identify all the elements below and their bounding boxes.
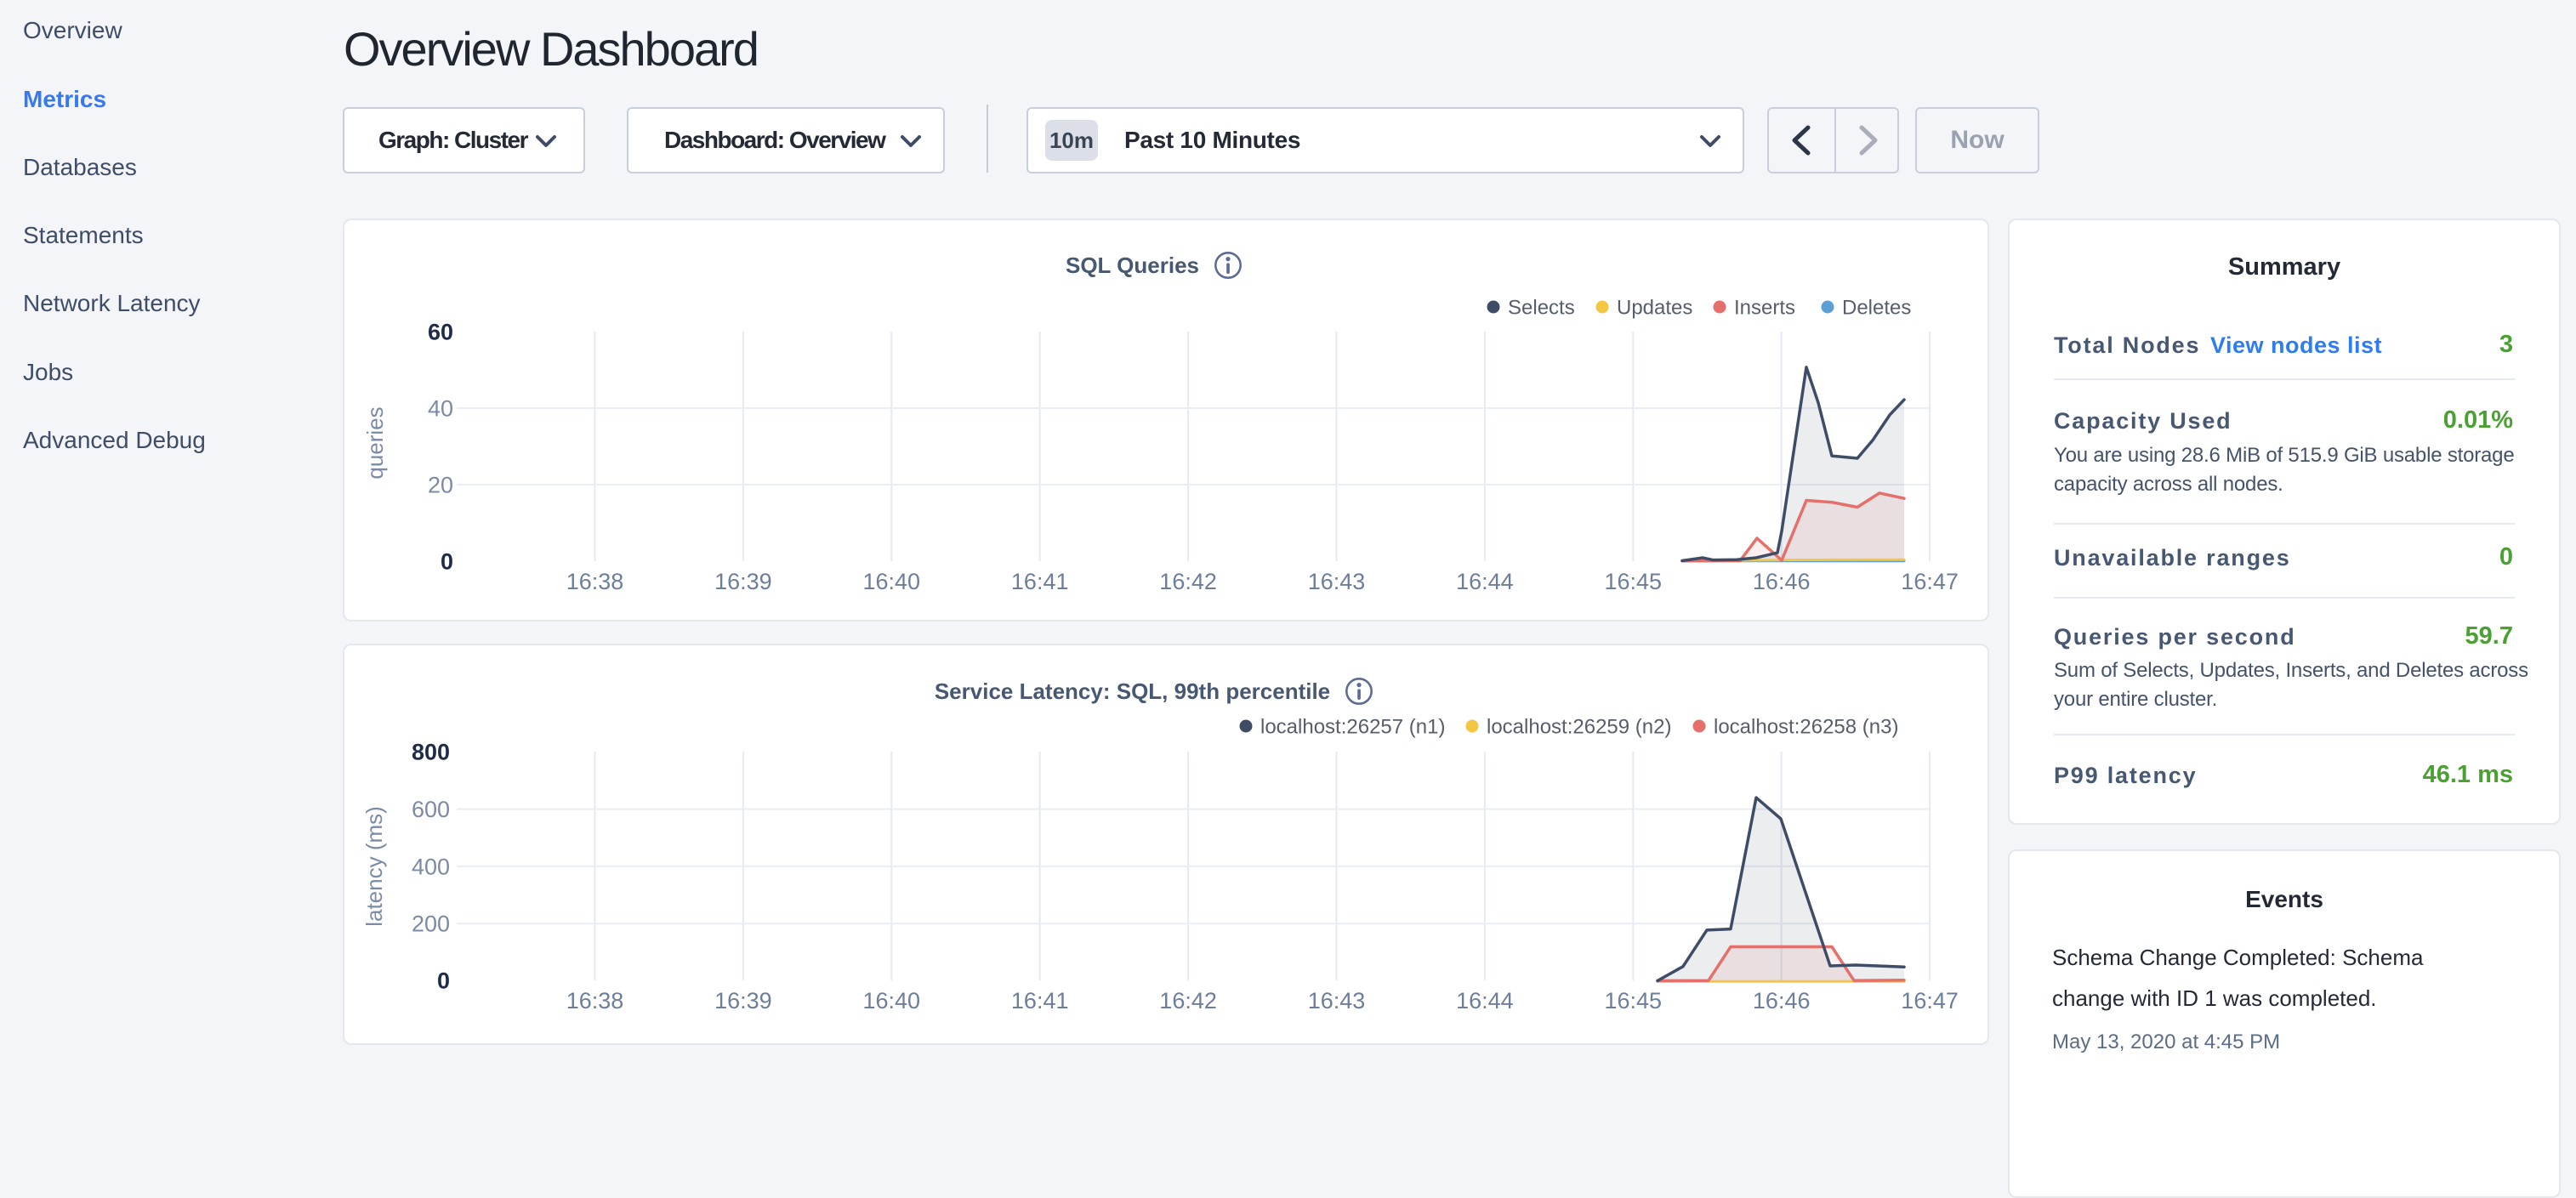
svg-text:16:46: 16:46 xyxy=(1753,988,1811,1013)
svg-text:0: 0 xyxy=(441,549,453,575)
svg-text:16:47: 16:47 xyxy=(1901,569,1959,594)
svg-text:latency (ms): latency (ms) xyxy=(361,806,387,927)
svg-text:16:39: 16:39 xyxy=(714,569,772,594)
svg-text:0: 0 xyxy=(437,968,450,994)
svg-text:16:44: 16:44 xyxy=(1456,569,1514,594)
svg-text:16:43: 16:43 xyxy=(1308,988,1366,1013)
svg-text:queries: queries xyxy=(362,406,388,479)
svg-text:16:45: 16:45 xyxy=(1605,569,1663,594)
svg-text:16:38: 16:38 xyxy=(566,569,624,594)
svg-text:16:42: 16:42 xyxy=(1159,569,1217,594)
svg-text:16:41: 16:41 xyxy=(1011,988,1069,1013)
svg-text:16:38: 16:38 xyxy=(566,988,624,1013)
svg-text:600: 600 xyxy=(412,797,450,822)
svg-text:40: 40 xyxy=(428,396,453,422)
svg-text:16:45: 16:45 xyxy=(1605,988,1663,1013)
svg-text:16:39: 16:39 xyxy=(714,988,772,1013)
svg-text:20: 20 xyxy=(428,473,453,498)
svg-text:16:44: 16:44 xyxy=(1456,988,1514,1013)
svg-text:60: 60 xyxy=(428,320,453,345)
svg-text:16:42: 16:42 xyxy=(1159,988,1217,1013)
svg-text:16:40: 16:40 xyxy=(863,569,921,594)
svg-text:16:40: 16:40 xyxy=(863,988,921,1013)
svg-text:16:43: 16:43 xyxy=(1308,569,1366,594)
svg-text:800: 800 xyxy=(412,740,450,765)
svg-text:16:41: 16:41 xyxy=(1011,569,1069,594)
svg-text:16:46: 16:46 xyxy=(1753,569,1811,594)
svg-text:200: 200 xyxy=(412,911,450,937)
svg-text:16:47: 16:47 xyxy=(1901,988,1959,1013)
svg-text:400: 400 xyxy=(412,854,450,879)
